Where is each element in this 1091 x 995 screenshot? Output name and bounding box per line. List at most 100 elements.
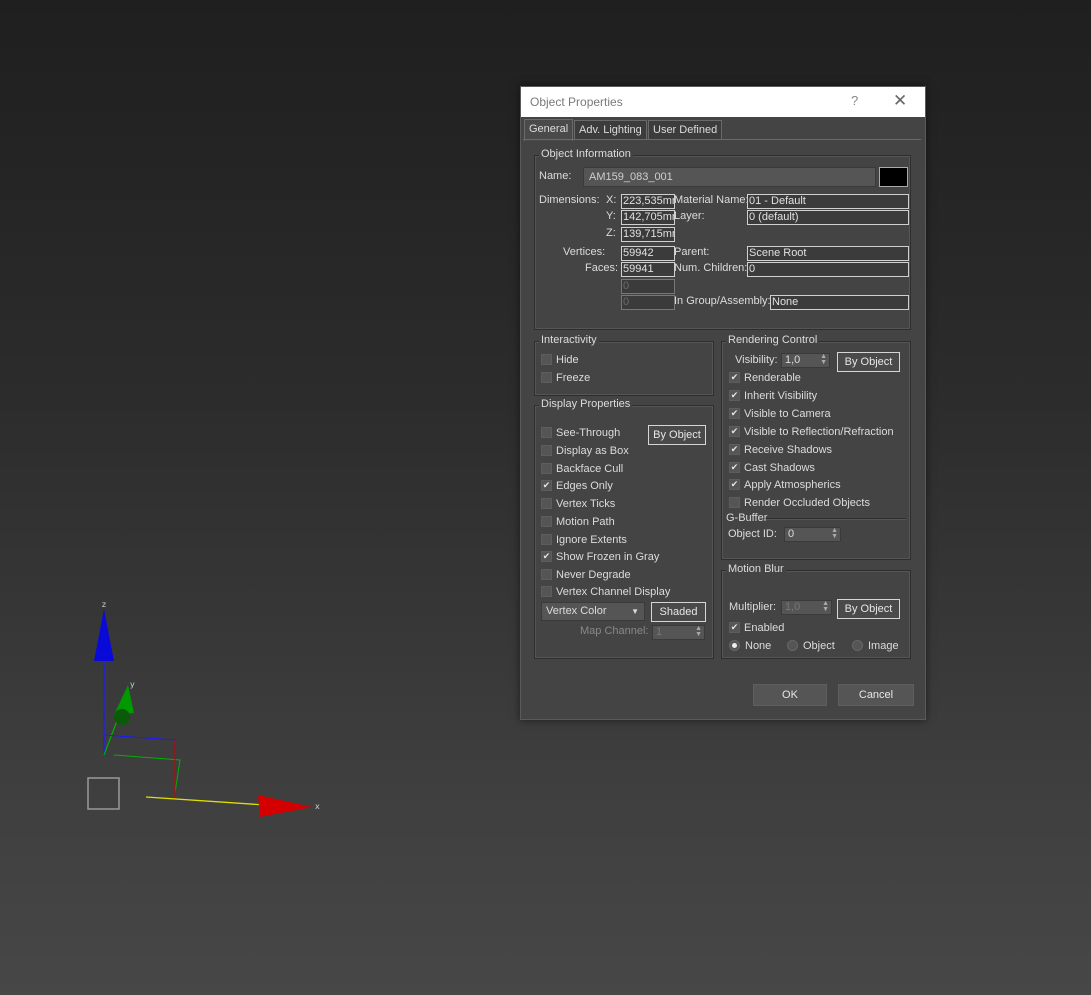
motion-path-checkbox[interactable]: Motion Path [541,515,615,530]
dialog-titlebar[interactable]: Object Properties ? ✕ [521,87,925,117]
gizmo-plane-xz [103,734,176,760]
radio-dot[interactable] [729,639,740,651]
tab-adv-lighting[interactable]: Adv. Lighting [574,120,647,140]
ignore-extents-checkbox[interactable]: Ignore Extents [541,533,627,548]
inherit-visibility-checkbox[interactable]: ✔ Inherit Visibility [729,389,817,404]
radio-dot[interactable] [787,639,798,651]
apply-atmospherics-checkbox[interactable]: ✔ Apply Atmospherics [729,478,841,493]
display-as-box-checkbox[interactable]: Display as Box [541,444,629,459]
checkbox-box[interactable] [541,533,552,545]
edges-only-checkbox[interactable]: ✔ Edges Only [541,479,613,494]
radio-none[interactable]: None [729,639,772,652]
render-occluded-checkbox[interactable]: Render Occluded Objects [729,496,870,511]
visible-to-reflection-checkbox[interactable]: ✔ Visible to Reflection/Refraction [729,425,894,440]
name-label: Name: [539,170,572,182]
spinner-arrows-icon[interactable]: ▲ ▼ [822,600,829,613]
renderable-label: Renderable [744,372,801,384]
show-frozen-in-gray-checkbox[interactable]: ✔ Show Frozen in Gray [541,550,659,565]
radio-object[interactable]: Object [787,639,835,652]
spinner-arrows-icon[interactable]: ▲ ▼ [831,527,838,540]
checkbox-box[interactable] [729,496,740,508]
checkbox-box[interactable]: ✔ [729,478,740,490]
gbuffer-separator [762,518,906,519]
cancel-button[interactable]: Cancel [838,684,914,706]
object-information-group: Object Information Name: AM159_083_001 D… [534,148,911,330]
radio-dot[interactable] [852,639,863,651]
gizmo-x-arrow[interactable] [258,795,312,817]
radio-image[interactable]: Image [852,639,899,652]
freeze-checkbox[interactable]: Freeze [541,371,590,386]
checkbox-box[interactable] [541,426,552,438]
visibility-value: 1,0 [785,354,801,366]
vertex-ticks-checkbox[interactable]: Vertex Ticks [541,497,615,512]
spinner-arrows-icon[interactable]: ▲ ▼ [695,625,702,638]
spinner-arrows-icon[interactable]: ▲ ▼ [820,353,827,366]
tab-user-defined[interactable]: User Defined [648,120,723,140]
help-button[interactable]: ? [851,93,858,108]
radio-object-label: Object [803,640,835,652]
blank-field-2: 0 [621,295,675,310]
close-button[interactable]: ✕ [893,91,907,111]
gbuffer-title: G-Buffer [726,512,768,524]
see-through-checkbox[interactable]: See-Through [541,426,620,441]
checkbox-box[interactable] [541,568,552,580]
checkbox-box[interactable] [541,515,552,527]
tab-general[interactable]: General [524,119,574,141]
checkbox-box[interactable]: ✔ [729,389,740,401]
enabled-checkbox[interactable]: ✔ Enabled [729,621,784,636]
checkbox-box[interactable] [541,444,552,456]
checkbox-box[interactable]: ✔ [729,371,740,383]
checkbox-box[interactable]: ✔ [729,443,740,455]
hide-checkbox[interactable]: Hide [541,353,579,368]
backface-cull-label: Backface Cull [556,463,624,475]
checkbox-box[interactable]: ✔ [729,425,740,437]
object-id-spinner[interactable]: 0 ▲ ▼ [784,527,841,542]
checkbox-box[interactable]: ✔ [541,550,552,562]
receive-shadows-checkbox[interactable]: ✔ Receive Shadows [729,443,832,458]
backface-cull-checkbox[interactable]: Backface Cull [541,462,624,477]
ok-button[interactable]: OK [753,684,827,706]
checkbox-box[interactable] [541,497,552,509]
layer-label: Layer: [674,210,705,222]
checkbox-box[interactable]: ✔ [729,407,740,419]
map-channel-spinner[interactable]: 1 ▲ ▼ [652,625,705,640]
radio-none-label: None [745,640,772,652]
transform-gizmo[interactable]: z y x [80,595,340,825]
shaded-button[interactable]: Shaded [651,602,706,622]
vertex-channel-display-label: Vertex Channel Display [556,586,671,598]
gizmo-plane-xy [113,754,181,794]
ignore-extents-label: Ignore Extents [556,534,627,546]
object-information-title: Object Information [539,148,633,160]
visibility-spinner[interactable]: 1,0 ▲ ▼ [781,353,830,368]
vertices-label: Vertices: [563,246,606,258]
never-degrade-checkbox[interactable]: Never Degrade [541,568,631,583]
checkbox-box[interactable]: ✔ [729,461,740,473]
gizmo-z-arrow[interactable] [94,609,114,661]
motion-blur-group: Motion Blur Multiplier: 1,0 ▲ ▼ By Object… [721,563,911,659]
checkbox-box[interactable] [541,462,552,474]
faces-label: Faces: [585,262,619,274]
name-input[interactable]: AM159_083_001 [583,167,876,187]
vertex-color-dropdown[interactable]: Vertex Color ▼ [541,602,645,621]
dim-z-label: Z: [606,227,616,239]
display-by-object-button[interactable]: By Object [648,425,706,445]
chevron-down-icon: ▼ [631,607,639,616]
never-degrade-label: Never Degrade [556,569,631,581]
display-as-box-label: Display as Box [556,445,629,457]
vertex-channel-display-checkbox[interactable]: Vertex Channel Display [541,585,671,600]
render-by-object-button[interactable]: By Object [837,352,900,372]
multiplier-spinner[interactable]: 1,0 ▲ ▼ [781,600,832,615]
map-channel-value: 1 [656,626,663,638]
object-color-swatch[interactable] [879,167,908,187]
checkbox-box[interactable] [541,353,552,365]
cast-shadows-checkbox[interactable]: ✔ Cast Shadows [729,461,815,476]
dialog-title: Object Properties [530,95,623,109]
checkbox-box[interactable]: ✔ [541,479,552,491]
renderable-checkbox[interactable]: ✔ Renderable [729,371,801,386]
visible-to-camera-checkbox[interactable]: ✔ Visible to Camera [729,407,831,422]
checkbox-box[interactable] [541,371,552,383]
motion-by-object-button[interactable]: By Object [837,599,900,619]
gizmo-x-axis[interactable] [145,796,266,806]
checkbox-box[interactable] [541,585,552,597]
checkbox-box[interactable]: ✔ [729,621,740,633]
